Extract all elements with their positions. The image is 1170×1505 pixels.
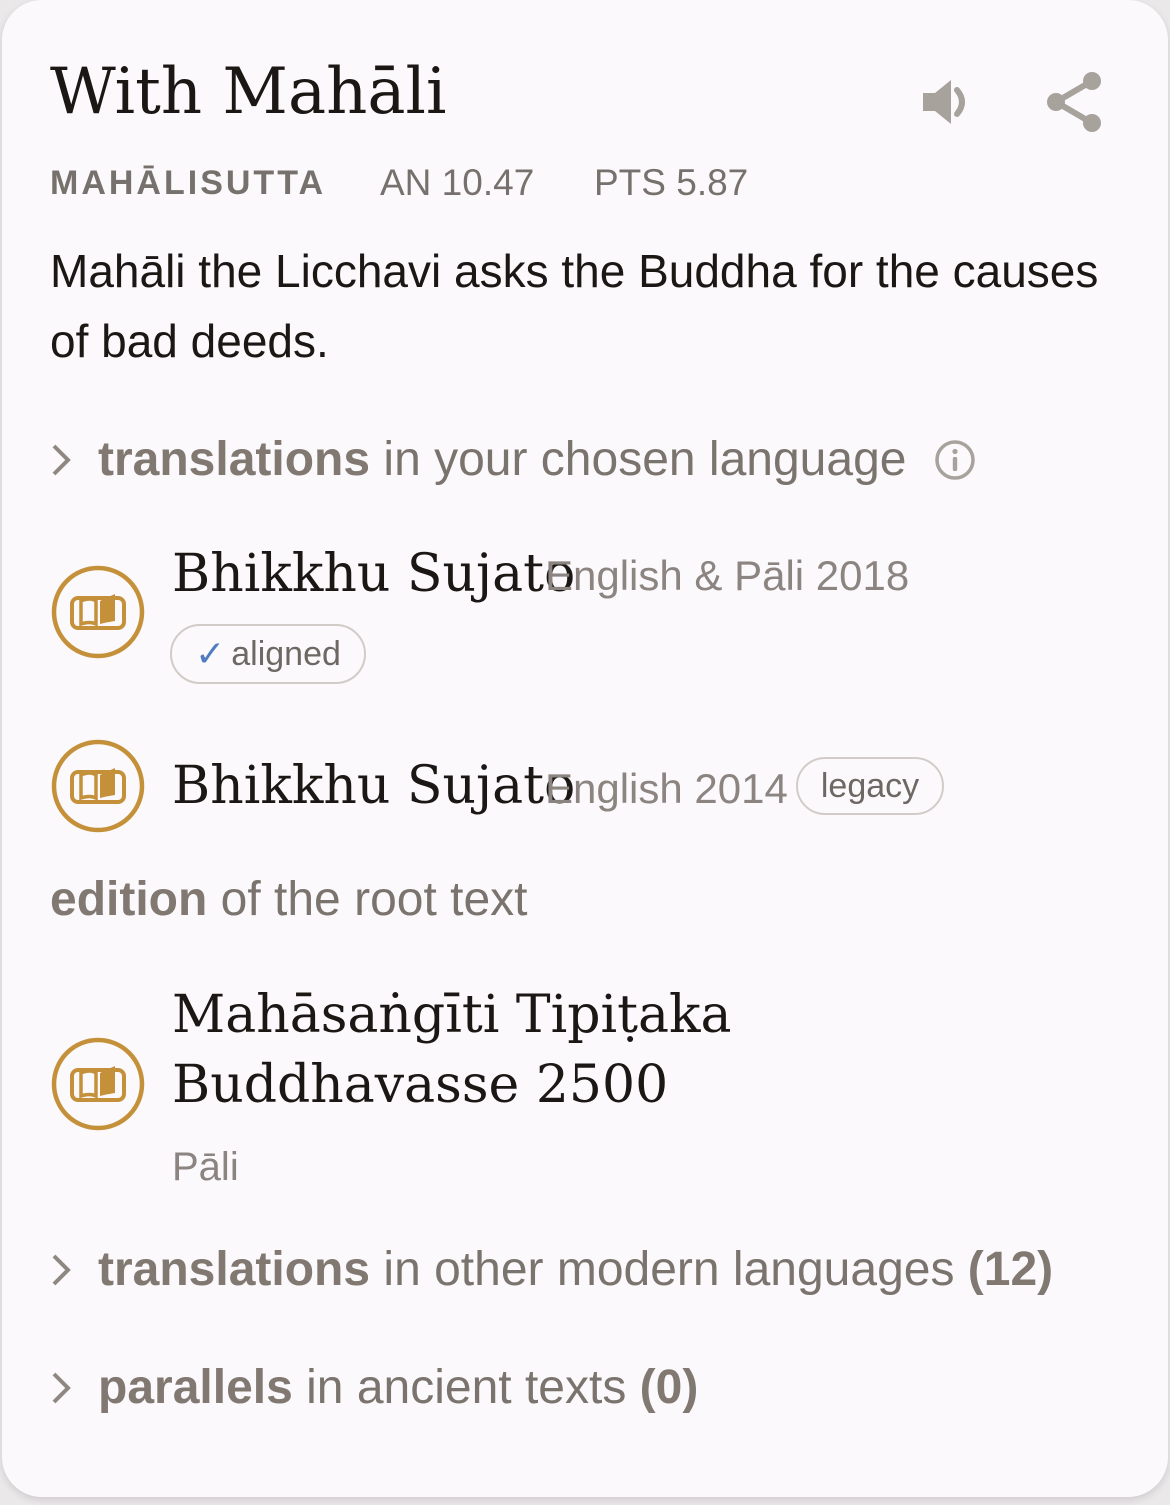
chevron-right-icon <box>50 1370 76 1406</box>
edition-label: edition <box>50 873 208 926</box>
book-icon[interactable] <box>50 738 146 834</box>
legacy-badge: legacy <box>796 757 944 815</box>
legacy-badge-label: legacy <box>820 766 920 805</box>
sutta-reference: AN 10.47 <box>380 162 535 203</box>
check-icon: ✓ <box>195 633 226 674</box>
pts-reference: PTS 5.87 <box>594 162 749 203</box>
book-icon[interactable] <box>50 564 146 660</box>
parallels-count: (0) <box>639 1361 699 1414</box>
edition-heading-text: of the root text <box>207 873 528 926</box>
parallels-label: parallels <box>98 1361 293 1414</box>
translation-author[interactable]: Bhikkhu Sujato <box>172 754 575 818</box>
translations-chosen-text: in your chosen language <box>370 433 907 486</box>
other-translations-count: (12) <box>967 1243 1054 1296</box>
chevron-right-icon <box>50 442 76 478</box>
edition-heading: edition of the root text <box>50 870 528 930</box>
parallels-toggle[interactable]: parallels in ancient texts (0) <box>50 1358 698 1418</box>
sutta-blurb: Mahāli the Licchavi asks the Buddha for … <box>50 245 1099 367</box>
aligned-badge-label: aligned <box>231 634 341 673</box>
other-translations-toggle[interactable]: translations in other modern languages (… <box>50 1240 1053 1300</box>
translation-language: English 2014 <box>545 765 788 812</box>
speaker-icon[interactable] <box>912 66 984 138</box>
aligned-badge: ✓ aligned <box>170 624 366 684</box>
share-icon[interactable] <box>1038 66 1110 138</box>
sutta-pali-name: MAHĀLISUTTA <box>50 164 326 202</box>
other-translations-text: in other modern languages <box>370 1243 968 1296</box>
info-icon[interactable] <box>934 439 976 481</box>
book-icon[interactable] <box>50 1036 146 1132</box>
translation-language: English & Pāli 2018 <box>545 552 910 599</box>
other-translations-label: translations <box>98 1243 371 1296</box>
edition-language: Pāli <box>172 1145 239 1189</box>
parallels-text: in ancient texts <box>292 1361 640 1414</box>
sutta-title: With Mahāli <box>50 55 447 129</box>
translations-label: translations <box>98 433 371 486</box>
edition-title[interactable]: Mahāsaṅgīti Tipiṭaka Buddhavasse 2500 <box>172 980 1072 1120</box>
translations-chosen-toggle[interactable]: translations in your chosen language <box>50 430 976 490</box>
suttaplex-card: With Mahāli MAHĀLISUTTA AN 10.47 PTS 5.8… <box>2 0 1168 1497</box>
translation-author[interactable]: Bhikkhu Sujato <box>172 542 575 606</box>
chevron-right-icon <box>50 1252 76 1288</box>
